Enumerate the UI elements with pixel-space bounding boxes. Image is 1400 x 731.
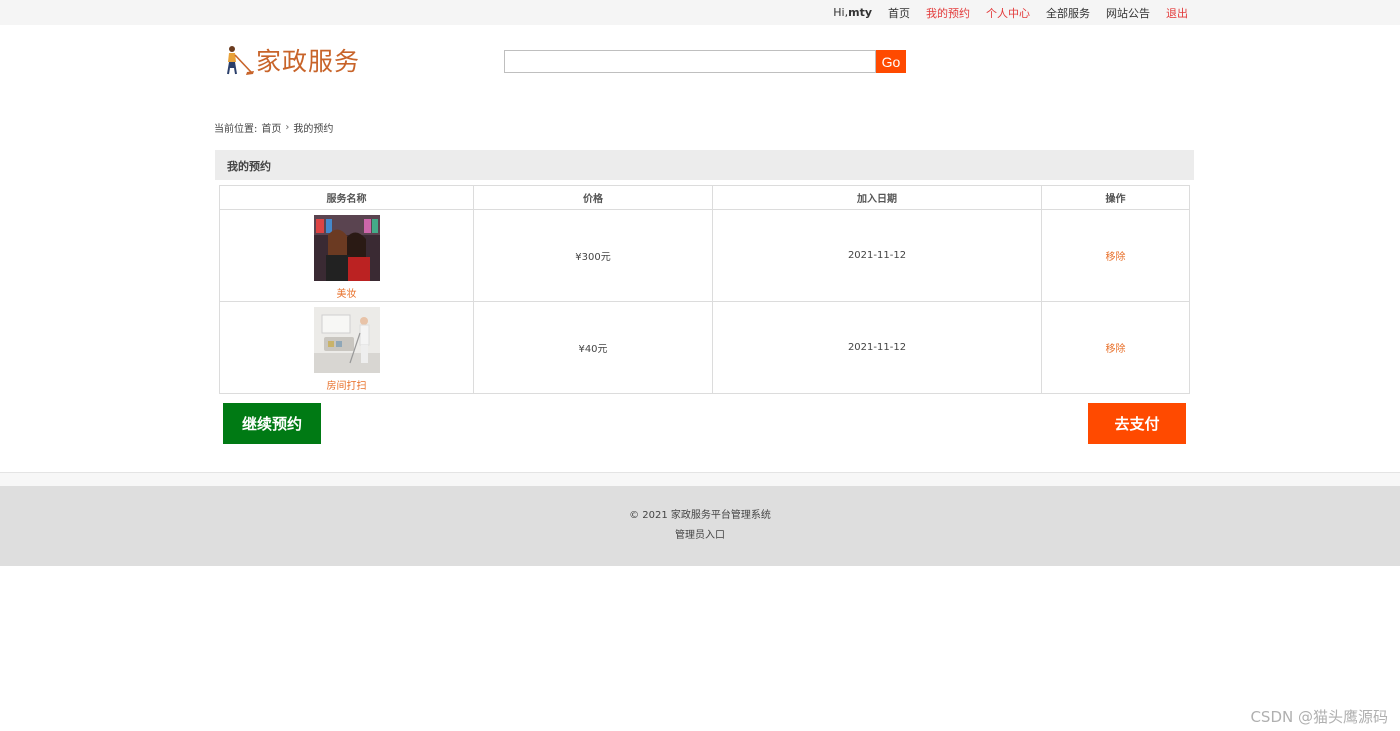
nav-my-bookings[interactable]: 我的预约 [926, 5, 970, 21]
makeup-photo[interactable] [313, 214, 380, 281]
username: mty [848, 6, 872, 19]
watermark: CSDN @猫头鹰源码 [1250, 708, 1388, 726]
nav-home[interactable]: 首页 [888, 5, 910, 21]
service-cell: 房间打扫 [219, 301, 474, 394]
breadcrumb-separator: › [285, 122, 290, 133]
remove-link[interactable]: 移除 [1106, 344, 1126, 355]
pay-button[interactable]: 去支付 [1088, 403, 1186, 444]
table-row: 美妆 ¥300元 2021-11-12 移除 [219, 209, 1190, 302]
table-row: 房间打扫 ¥40元 2021-11-12 移除 [219, 301, 1190, 394]
top-nav: Hi,mty 首页 我的预约 个人中心 全部服务 网站公告 退出 [833, 0, 1188, 25]
room-cleaning-photo[interactable] [313, 306, 380, 373]
service-name-link[interactable]: 美妆 [220, 285, 473, 300]
remove-link[interactable]: 移除 [1106, 252, 1126, 263]
admin-entry-link[interactable]: 管理员入口 [0, 526, 1400, 541]
header-action: 操作 [1041, 185, 1190, 210]
breadcrumb: 当前位置: 首页 › 我的预约 [214, 120, 333, 135]
service-cell: 美妆 [219, 209, 474, 302]
greeting: Hi,mty [833, 6, 872, 19]
search-go-button[interactable]: Go [876, 50, 906, 73]
panel-title: 我的预约 [227, 160, 271, 173]
footer: © 2021 家政服务平台管理系统 管理员入口 [0, 486, 1400, 566]
breadcrumb-home[interactable]: 首页 [261, 120, 281, 135]
nav-logout[interactable]: 退出 [1166, 5, 1188, 21]
price-cell: ¥40元 [473, 301, 713, 394]
header-date: 加入日期 [712, 185, 1042, 210]
action-cell: 移除 [1041, 209, 1190, 302]
housekeeper-mopping-icon [227, 46, 254, 75]
breadcrumb-current: 我的预约 [293, 124, 334, 135]
search-box: Go [504, 50, 906, 73]
header-service-name: 服务名称 [219, 185, 474, 210]
price-cell: ¥300元 [473, 209, 713, 302]
service-name-link[interactable]: 房间打扫 [220, 377, 473, 392]
panel-header: 我的预约 [215, 150, 1194, 180]
top-bar: Hi,mty 首页 我的预约 个人中心 全部服务 网站公告 退出 [0, 0, 1400, 25]
nav-all-services[interactable]: 全部服务 [1046, 5, 1090, 21]
nav-announcements[interactable]: 网站公告 [1106, 5, 1150, 21]
footer-copyright: © 2021 家政服务平台管理系统 [629, 510, 771, 521]
date-cell: 2021-11-12 [712, 209, 1042, 302]
continue-booking-button[interactable]: 继续预约 [223, 403, 321, 444]
action-cell: 移除 [1041, 301, 1190, 394]
nav-user-center[interactable]: 个人中心 [986, 5, 1030, 21]
breadcrumb-prefix: 当前位置: [214, 124, 258, 135]
search-input[interactable] [504, 50, 876, 73]
site-title: 家政服务 [256, 47, 361, 76]
bookings-table: 服务名称 价格 加入日期 操作 美妆 ¥300元 2021-11-12 移除 房… [219, 185, 1190, 394]
site-logo[interactable]: 家政服务 [223, 42, 360, 78]
header-price: 价格 [473, 185, 713, 210]
date-cell: 2021-11-12 [712, 301, 1042, 394]
greeting-prefix: Hi, [833, 6, 849, 19]
table-header-row: 服务名称 价格 加入日期 操作 [219, 185, 1190, 210]
footer-spacer [0, 473, 1400, 486]
